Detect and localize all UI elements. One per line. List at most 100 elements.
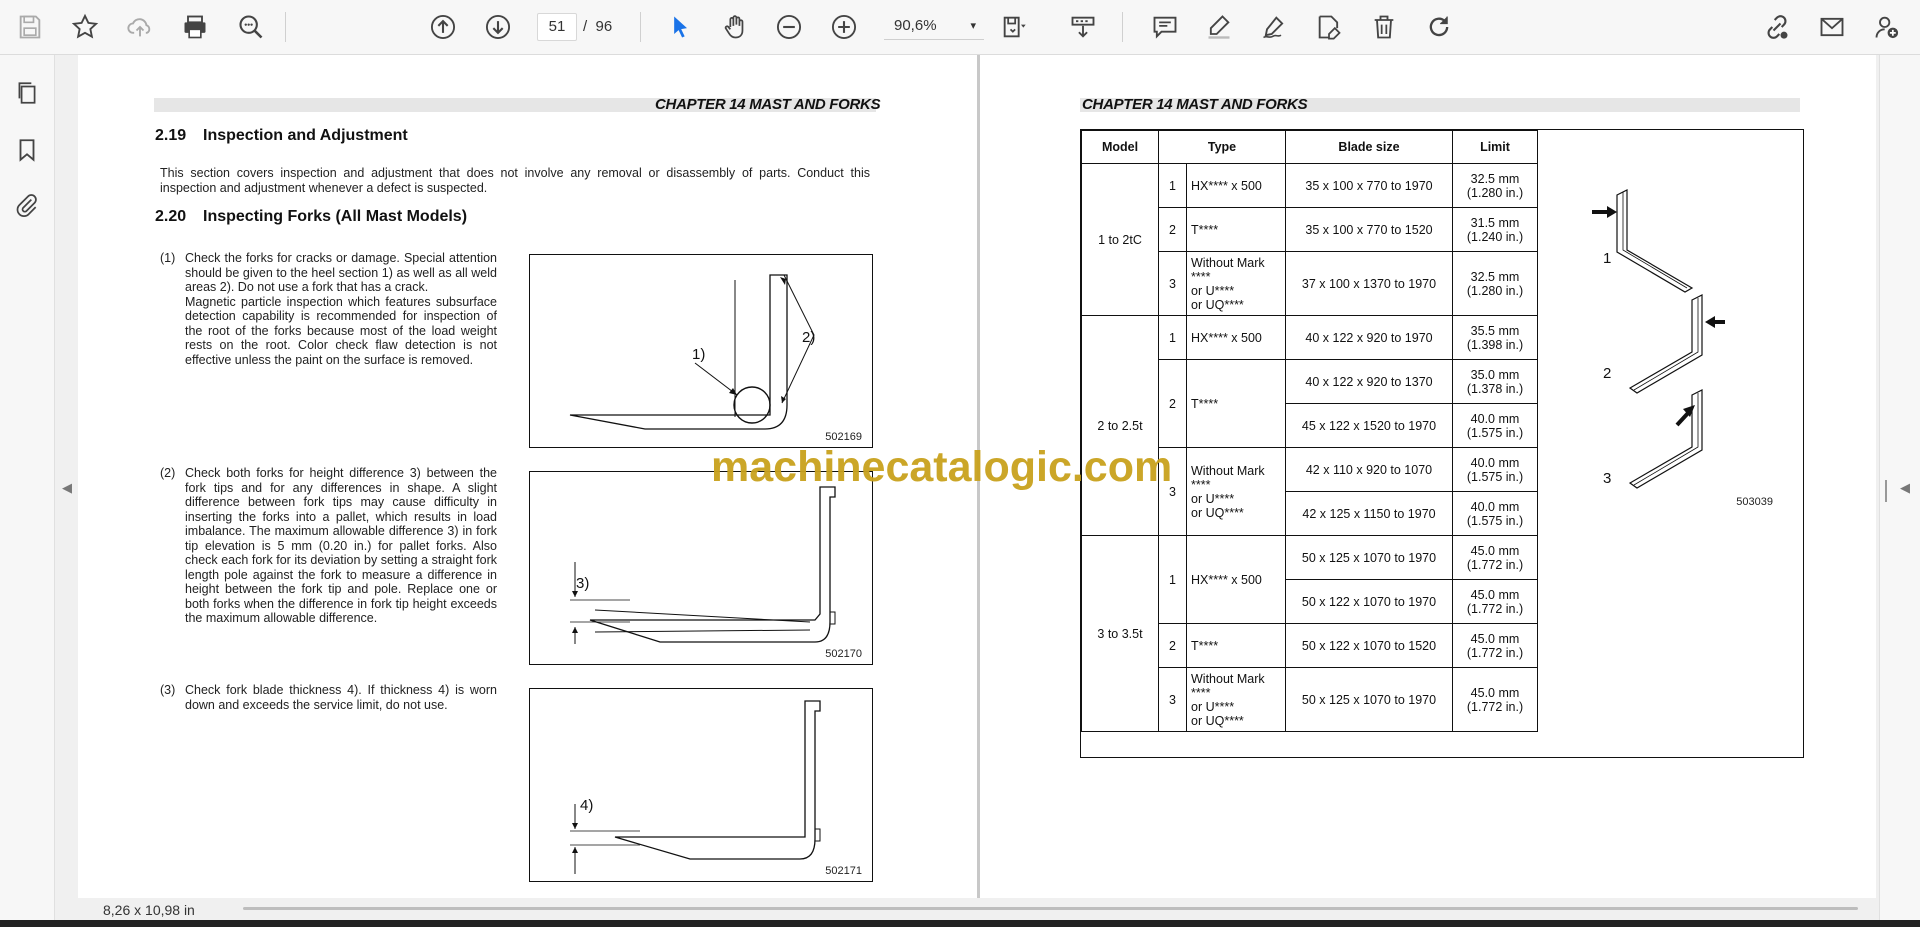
type-number-cell: 2	[1158, 207, 1187, 252]
model-cell: 2 to 2.5t	[1081, 315, 1159, 536]
rotate-icon[interactable]	[1421, 9, 1457, 45]
zoom-select[interactable]: 90,6% ▾	[884, 13, 984, 40]
type-line: ****	[1191, 477, 1211, 492]
limit-mm: 32.5 mm	[1470, 171, 1520, 186]
model-cell: 1 to 2tC	[1081, 163, 1159, 316]
comment-icon[interactable]	[1147, 9, 1183, 45]
figure-callout: 2)	[802, 329, 816, 346]
type-cell: HX**** x 500	[1186, 315, 1286, 360]
type-line: Without Mark	[1191, 671, 1265, 686]
left-sidebar	[0, 55, 55, 927]
fill-sign-icon[interactable]	[1311, 9, 1347, 45]
table-row: 3 to 3.5t 1 HX**** x 500 50 x 125 x 1070 to…	[1081, 535, 1538, 732]
item-number: (1)	[160, 251, 176, 265]
page-number-input[interactable]: 51	[537, 13, 577, 41]
limit-mm: 45.0 mm	[1470, 543, 1520, 558]
limit-in: (1.378 in.)	[1466, 381, 1524, 396]
limit-in: (1.240 in.)	[1466, 229, 1524, 244]
type-line: or UQ****	[1191, 505, 1244, 520]
type-number-cell: 1	[1158, 535, 1187, 624]
limit-cell: 35.0 mm (1.378 in.)	[1452, 359, 1538, 404]
page-size-label: 8,26 x 10,98 in	[103, 902, 195, 918]
watermark-text: machinecatalogic.com	[711, 443, 1173, 491]
blade-size-cell: 50 x 122 x 1070 to 1520	[1285, 623, 1453, 668]
col-header-blade-size: Blade size	[1285, 130, 1453, 164]
table-row: 2 to 2.5t 1 HX**** x 500 40 x 122 x 920 to …	[1081, 315, 1538, 536]
fork-types-drawing	[1592, 189, 1725, 489]
type-line: or U****	[1191, 699, 1235, 714]
limit-in: (1.280 in.)	[1466, 283, 1524, 298]
highlight-pen-icon[interactable]	[1201, 9, 1237, 45]
limit-in: (1.575 in.)	[1466, 513, 1524, 528]
item-text: Check the forks for cracks or damage. Sp…	[185, 251, 497, 367]
figure-code: 502170	[825, 648, 862, 660]
blade-size-cell: 37 x 100 x 1370 to 1970	[1285, 251, 1453, 316]
email-icon[interactable]	[1814, 9, 1850, 45]
bookmarks-icon[interactable]	[11, 134, 43, 166]
hand-tool-icon[interactable]	[717, 9, 753, 45]
type-number-cell: 2	[1158, 623, 1187, 668]
delete-icon[interactable]	[1366, 9, 1402, 45]
collapse-left-panel-icon[interactable]: ◀	[62, 480, 72, 496]
pages-icon[interactable]	[11, 77, 43, 109]
select-cursor-icon[interactable]	[662, 9, 698, 45]
type-line: or UQ****	[1191, 297, 1244, 312]
type-cell: HX**** x 500	[1186, 163, 1286, 208]
figure-callout: 4)	[580, 797, 594, 814]
chevron-down-icon: ▾	[970, 20, 976, 32]
share-link-icon[interactable]	[1759, 9, 1795, 45]
limit-in: (1.575 in.)	[1466, 469, 1524, 484]
type-line: T****	[1191, 222, 1219, 237]
print-icon[interactable]	[177, 9, 213, 45]
zoom-search-icon[interactable]	[233, 9, 269, 45]
limit-in: (1.772 in.)	[1466, 645, 1524, 660]
panel-resize-handle[interactable]	[1885, 480, 1887, 502]
page-down-icon[interactable]	[480, 9, 516, 45]
main-toolbar: 51 / 96 90,6% ▾	[0, 0, 1920, 55]
type-cell: T****	[1186, 623, 1286, 668]
limit-in: (1.398 in.)	[1466, 337, 1524, 352]
scroll-mode-icon[interactable]	[1065, 9, 1101, 45]
fork-thickness-figure: 4) 502171	[529, 688, 873, 882]
add-user-icon[interactable]	[1869, 9, 1905, 45]
save-icon[interactable]	[12, 9, 48, 45]
limit-mm: 40.0 mm	[1470, 499, 1520, 514]
limit-cell: 45.0 mm (1.772 in.)	[1452, 579, 1538, 624]
bookmark-star-icon[interactable]	[67, 9, 103, 45]
type-number-cell: 2	[1158, 359, 1187, 448]
fork-height-drawing	[570, 486, 836, 644]
type-line: Without Mark	[1191, 255, 1265, 270]
type-number-cell: 3	[1158, 251, 1187, 316]
blade-size-cell: 40 x 122 x 920 to 1970	[1285, 315, 1453, 360]
limit-cell: 32.5 mm (1.280 in.)	[1452, 251, 1538, 316]
taskbar-edge	[0, 920, 1920, 927]
draw-icon[interactable]	[1256, 9, 1292, 45]
type-line: T****	[1191, 638, 1219, 653]
type-line: or U****	[1191, 283, 1235, 298]
attachments-icon[interactable]	[11, 189, 43, 221]
figure-code: 502171	[825, 865, 862, 877]
limit-mm: 31.5 mm	[1470, 215, 1520, 230]
zoom-out-icon[interactable]	[771, 9, 807, 45]
page-up-icon[interactable]	[425, 9, 461, 45]
limit-cell: 45.0 mm (1.772 in.)	[1452, 623, 1538, 668]
blade-size-cell: 50 x 125 x 1070 to 1970	[1285, 667, 1453, 732]
zoom-in-icon[interactable]	[826, 9, 862, 45]
limit-in: (1.280 in.)	[1466, 185, 1524, 200]
blade-size-cell: 42 x 110 x 920 to 1070	[1285, 447, 1453, 492]
fork-specs-table: Model Type Blade size Limit 1 to 2tC 1 HX*…	[1080, 129, 1804, 758]
cloud-upload-icon[interactable]	[122, 9, 158, 45]
limit-mm: 35.5 mm	[1470, 323, 1520, 338]
model-cell: 3 to 3.5t	[1081, 535, 1159, 732]
type-cell: Without Mark **** or U**** or UQ****	[1186, 251, 1286, 316]
blade-size-cell: 50 x 125 x 1070 to 1970	[1285, 535, 1453, 580]
blade-size-cell: 35 x 100 x 770 to 1520	[1285, 207, 1453, 252]
limit-in: (1.575 in.)	[1466, 425, 1524, 440]
horizontal-scrollbar[interactable]	[243, 907, 1858, 910]
expand-right-panel-icon[interactable]: ◀	[1900, 480, 1910, 496]
item-number: (2)	[160, 466, 176, 480]
type-cell: Without Mark **** or U**** or UQ****	[1186, 447, 1286, 536]
figure-code: 502169	[825, 431, 862, 443]
limit-mm: 45.0 mm	[1470, 685, 1520, 700]
page-fit-icon[interactable]	[996, 9, 1032, 45]
